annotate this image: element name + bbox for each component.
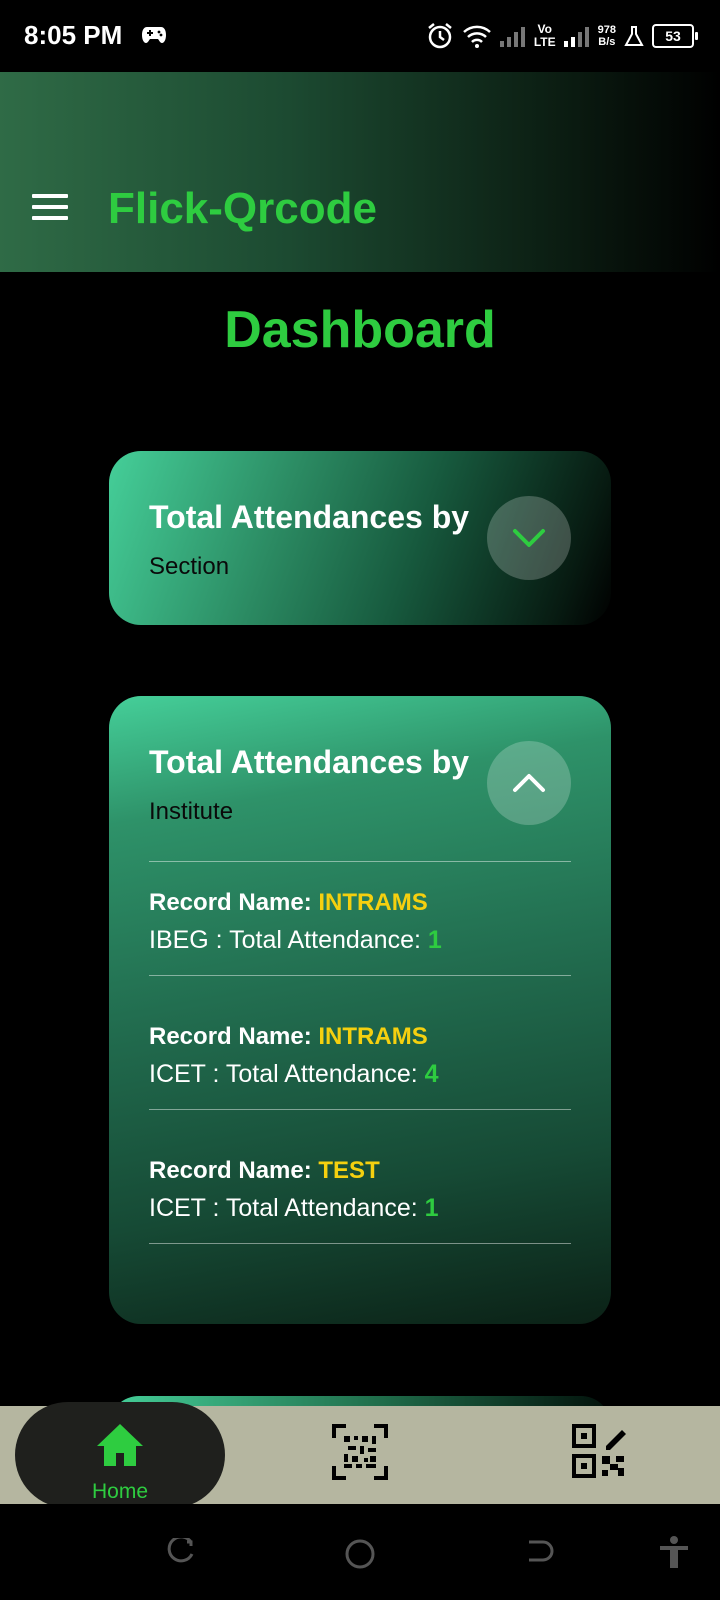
card-heading: Total Attendances by bbox=[149, 744, 470, 780]
expand-button[interactable] bbox=[487, 496, 571, 580]
card-heading: Total Attendances by bbox=[149, 499, 470, 535]
divider bbox=[149, 1243, 571, 1244]
flask-icon bbox=[624, 26, 644, 46]
app-bar: Flick-Qrcode bbox=[0, 72, 720, 272]
home-icon bbox=[97, 1424, 143, 1466]
accessibility-icon[interactable] bbox=[658, 1536, 690, 1570]
status-time: 8:05 PM bbox=[24, 20, 123, 50]
record-name: Record Name: TEST bbox=[149, 1157, 380, 1184]
status-bar: 8:05 PM Vo LTE 978 B/s 53 bbox=[0, 0, 720, 72]
record-name: Record Name: INTRAMS bbox=[149, 1023, 428, 1050]
recent-apps-icon[interactable] bbox=[165, 1538, 195, 1568]
chevron-down-icon bbox=[513, 529, 545, 547]
card-subheading: Section bbox=[149, 553, 230, 580]
nav-home-label: Home bbox=[91, 1480, 149, 1503]
bottom-nav: Home bbox=[0, 1402, 720, 1508]
nav-home-button[interactable]: Home bbox=[15, 1402, 225, 1508]
system-nav-bar bbox=[0, 1504, 720, 1600]
wifi-icon bbox=[463, 25, 491, 48]
gamepad-icon bbox=[142, 27, 166, 43]
record-attendance: IBEG : Total Attendance: 1 bbox=[149, 926, 442, 954]
barcode-scan-icon[interactable] bbox=[330, 1422, 390, 1482]
hamburger-menu-icon[interactable] bbox=[32, 194, 68, 222]
collapse-button[interactable] bbox=[487, 741, 571, 825]
network-speed: 978 B/s bbox=[597, 24, 616, 48]
chevron-up-icon bbox=[513, 774, 545, 792]
divider bbox=[149, 1109, 571, 1110]
back-icon[interactable] bbox=[525, 1538, 555, 1568]
divider bbox=[149, 861, 571, 862]
record-attendance: ICET : Total Attendance: 4 bbox=[149, 1060, 439, 1088]
lte-indicator: Vo LTE bbox=[533, 22, 556, 49]
record-name: Record Name: INTRAMS bbox=[149, 889, 428, 916]
status-icons: Vo LTE 978 B/s 53 bbox=[426, 18, 698, 54]
card-subheading: Institute bbox=[149, 798, 234, 825]
signal-icon bbox=[563, 27, 589, 47]
attendance-by-section-card[interactable]: Total Attendances by Section bbox=[109, 451, 611, 625]
attendance-by-institute-card[interactable]: Total Attendances by Institute Record Na… bbox=[109, 696, 611, 1324]
record-attendance: ICET : Total Attendance: 1 bbox=[149, 1194, 439, 1222]
divider bbox=[149, 975, 571, 976]
alarm-icon bbox=[428, 23, 452, 49]
battery-icon: 53 bbox=[652, 24, 698, 48]
system-home-icon[interactable] bbox=[344, 1538, 376, 1570]
qr-code-edit-icon[interactable] bbox=[572, 1424, 628, 1480]
app-title: Flick-Qrcode bbox=[108, 184, 377, 233]
signal-icon bbox=[499, 27, 525, 47]
page-title: Dashboard bbox=[224, 301, 496, 359]
